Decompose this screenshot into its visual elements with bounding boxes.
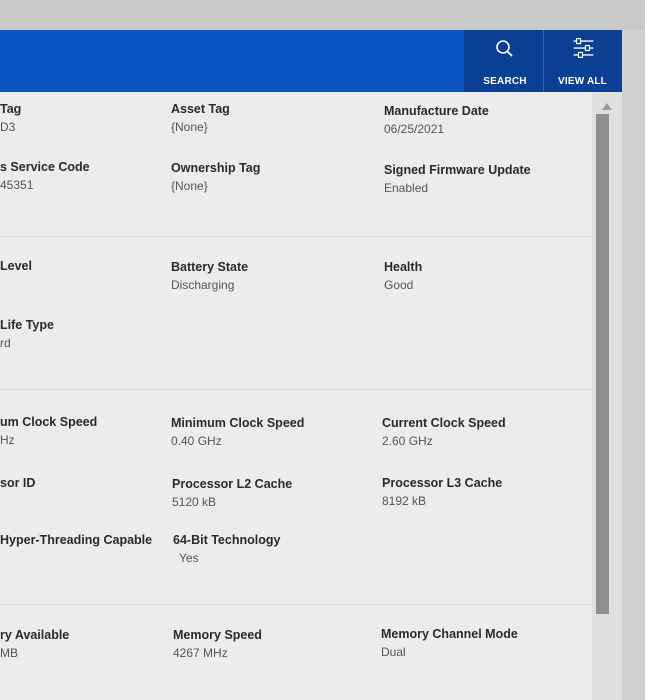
field-label: s Service Code <box>0 160 90 174</box>
field-label: Health <box>384 260 423 274</box>
maximum-clock-speed-field: um Clock Speed Hz <box>0 415 97 447</box>
header-bar: SEARCH VIEW ALL <box>0 30 622 92</box>
field-value: Yes <box>179 551 199 565</box>
memory-available-field: ry Available MB <box>0 628 69 660</box>
section-divider <box>0 389 592 390</box>
current-clock-speed-field: Current Clock Speed 2.60 GHz <box>382 416 506 448</box>
field-label: Processor L3 Cache <box>382 476 503 490</box>
battery-level-field: Level <box>0 259 32 277</box>
processor-l3-cache-field: Processor L3 Cache 8192 kB <box>382 476 502 508</box>
service-tag-field: Tag D3 <box>0 102 21 134</box>
search-button[interactable]: SEARCH <box>466 30 544 92</box>
field-label: Level <box>0 259 32 273</box>
scroll-up-arrow-icon[interactable] <box>602 103 612 110</box>
field-label: Current Clock Speed <box>382 416 506 430</box>
section-divider <box>0 236 592 237</box>
field-label: Processor L2 Cache <box>172 477 293 491</box>
field-value: Good <box>384 278 414 292</box>
field-value: Hz <box>0 433 15 447</box>
screen-edge <box>622 30 645 700</box>
screen: SEARCH VIEW ALL Tag D3 Asset Tag {None} … <box>0 0 645 700</box>
battery-life-type-field: Life Type rd <box>0 318 54 350</box>
field-value: 4267 MHz <box>173 646 228 660</box>
processor-id-field: sor ID <box>0 476 35 494</box>
field-value: rd <box>0 336 11 350</box>
hyper-threading-capable-field: Hyper-Threading Capable <box>0 533 152 551</box>
battery-state-field: Battery State Discharging <box>171 260 248 292</box>
express-service-code-field: s Service Code 45351 <box>0 160 90 192</box>
field-label: Memory Speed <box>173 628 262 642</box>
view-all-button[interactable]: VIEW ALL <box>543 30 621 92</box>
field-value: {None} <box>171 179 208 193</box>
scroll-thumb[interactable] <box>596 114 609 614</box>
field-label: Memory Channel Mode <box>381 627 518 641</box>
field-label: Battery State <box>171 260 249 274</box>
field-value: MB <box>0 646 18 660</box>
field-value: 2.60 GHz <box>382 434 433 448</box>
field-value: 06/25/2021 <box>384 122 445 136</box>
memory-channel-mode-field: Memory Channel Mode Dual <box>381 627 518 659</box>
minimum-clock-speed-field: Minimum Clock Speed 0.40 GHz <box>171 416 304 448</box>
search-label: SEARCH <box>483 76 527 87</box>
ownership-tag-field: Ownership Tag {None} <box>171 161 260 193</box>
search-icon <box>496 40 513 57</box>
field-label: Manufacture Date <box>384 104 489 118</box>
field-label: Signed Firmware Update <box>384 163 531 177</box>
field-label: sor ID <box>0 476 36 490</box>
field-label: Life Type <box>0 318 54 332</box>
vertical-scrollbar[interactable] <box>592 92 622 700</box>
manufacture-date-field: Manufacture Date 06/25/2021 <box>384 104 489 136</box>
field-label: Ownership Tag <box>171 161 261 175</box>
field-value: 0.40 GHz <box>171 434 222 448</box>
field-value: Discharging <box>171 278 235 292</box>
view-all-label: VIEW ALL <box>557 76 607 87</box>
processor-l2-cache-field: Processor L2 Cache 5120 kB <box>172 477 292 509</box>
field-value: D3 <box>0 120 16 134</box>
field-value: Enabled <box>384 181 429 195</box>
field-label: Hyper-Threading Capable <box>0 533 153 547</box>
field-value: 45351 <box>0 178 34 192</box>
field-value: 5120 kB <box>172 495 217 509</box>
field-label: Minimum Clock Speed <box>171 416 305 430</box>
memory-speed-field: Memory Speed 4267 MHz <box>173 628 262 660</box>
field-label: Tag <box>0 102 22 116</box>
signed-firmware-update-field: Signed Firmware Update Enabled <box>384 163 531 195</box>
field-label: Asset Tag <box>171 102 230 116</box>
field-value: {None} <box>171 120 208 134</box>
section-divider <box>0 604 592 605</box>
field-value: Dual <box>381 645 406 659</box>
field-label: 64-Bit Technology <box>173 533 281 547</box>
top-bezel <box>0 0 645 30</box>
system-information-panel: Tag D3 Asset Tag {None} Manufacture Date… <box>0 92 592 700</box>
field-label: um Clock Speed <box>0 415 98 429</box>
asset-tag-field: Asset Tag {None} <box>171 102 230 134</box>
field-value: 8192 kB <box>382 494 427 508</box>
battery-health-field: Health Good <box>384 260 422 292</box>
64-bit-technology-field: 64-Bit Technology Yes <box>173 533 280 565</box>
field-label: ry Available <box>0 628 70 642</box>
filter-sliders-icon <box>573 38 594 58</box>
